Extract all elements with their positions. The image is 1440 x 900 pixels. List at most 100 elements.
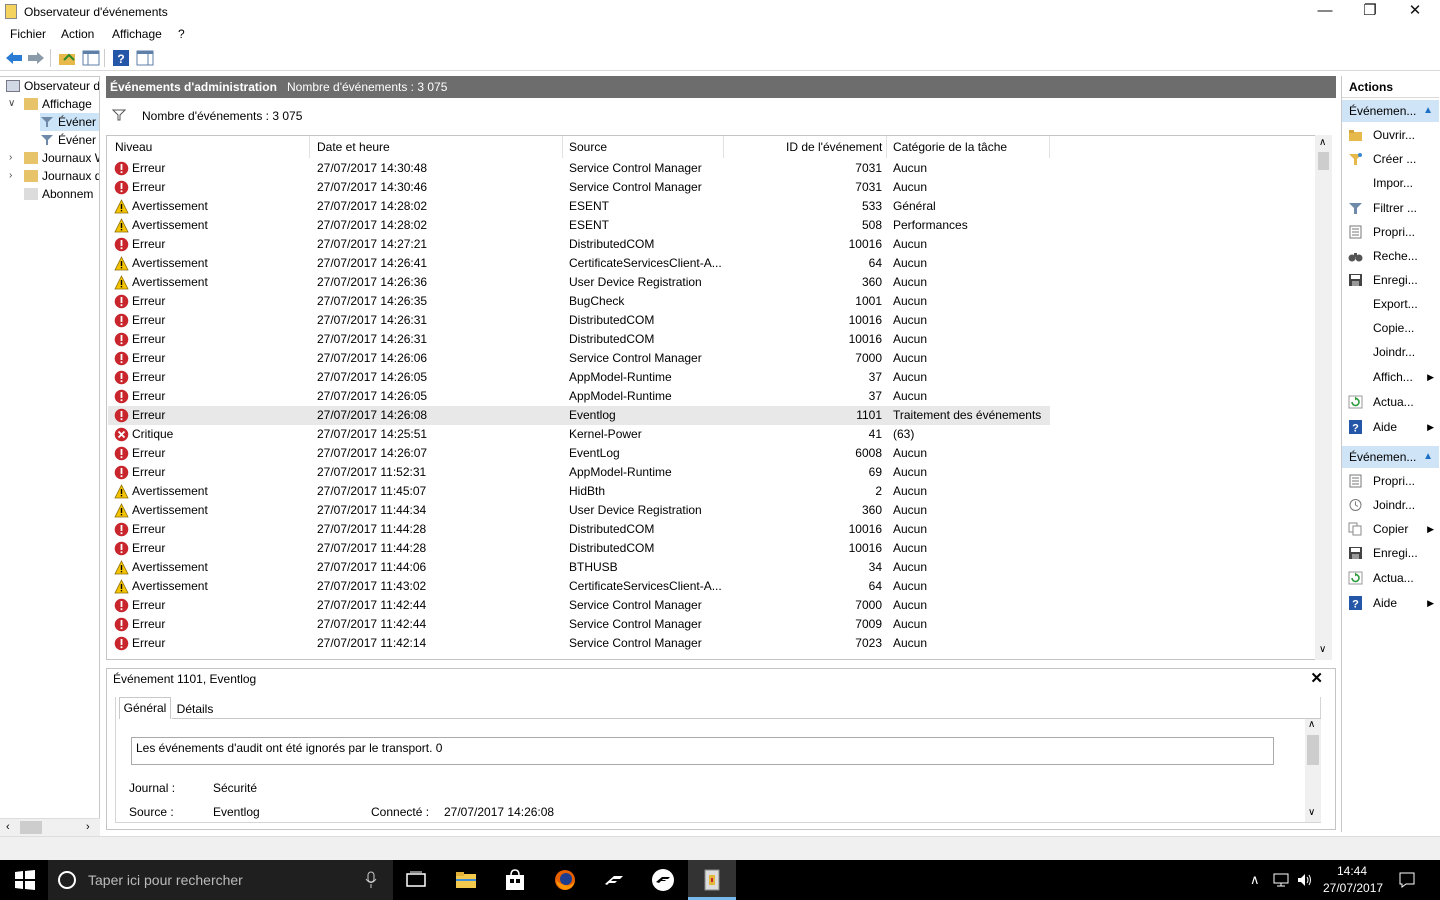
table-row[interactable]: Erreur 27/07/2017 14:26:07 EventLog Aucun 60… [108,444,1050,463]
table-row[interactable]: Erreur 27/07/2017 14:26:31 DistributedCOM A… [108,330,1050,349]
action-item[interactable]: Impor... [1342,173,1439,193]
action-item[interactable]: ? Aide ▶ [1342,417,1439,437]
tree-horizontal-scrollbar[interactable]: ‹ › [0,818,100,836]
action-item[interactable]: Filtrer ... [1342,198,1439,218]
table-row[interactable]: Erreur 27/07/2017 14:26:31 DistributedCOM A… [108,311,1050,330]
action-center-icon[interactable] [1398,871,1416,889]
action-item[interactable]: Actua... [1342,568,1439,588]
tree-item-summary-events[interactable]: Événer [40,131,96,149]
scroll-thumb[interactable] [1307,735,1319,765]
collapse-triangle-icon[interactable]: ▲ [1423,100,1433,122]
show-hidden-icons-chevron-icon[interactable]: ∧ [1250,872,1260,888]
network-icon[interactable] [1272,872,1290,888]
action-item[interactable]: Créer ... [1342,149,1439,169]
event-message-box[interactable]: Les événements d'audit ont été ignorés p… [131,737,1274,765]
action-item[interactable]: Export... [1342,294,1439,314]
show-hide-tree-icon[interactable] [82,50,100,66]
action-item[interactable]: Propri... [1342,222,1439,242]
microphone-icon[interactable] [365,871,377,889]
menu-fichier[interactable]: Fichier [10,27,46,41]
volume-icon[interactable] [1296,872,1314,888]
tree-item-custom-views[interactable]: Affichage [24,95,92,113]
close-button[interactable]: ✕ [1392,0,1438,24]
back-arrow-icon[interactable] [5,50,23,66]
action-item[interactable]: Affich... ▶ [1342,367,1439,387]
actions-section-event[interactable]: Événemen... ▲ [1342,446,1439,468]
forward-arrow-icon[interactable] [27,50,45,66]
table-row[interactable]: Erreur 27/07/2017 14:30:46 Service Control… [108,178,1050,197]
scroll-thumb[interactable] [20,821,42,834]
tree-item-windows-logs[interactable]: Journaux W [24,149,99,167]
chevron-down-icon[interactable]: ∨ [8,98,15,109]
table-row[interactable]: Erreur 27/07/2017 11:42:44 Service Control… [108,615,1050,634]
table-row[interactable]: Erreur 27/07/2017 14:30:48 Service Control… [108,159,1050,178]
menu-affichage[interactable]: Affichage [112,27,162,41]
actions-section-view[interactable]: Événemen... ▲ [1342,100,1439,122]
scroll-up-icon[interactable]: ∧ [1308,719,1315,730]
help-icon[interactable]: ? [112,50,130,66]
table-vertical-scrollbar[interactable]: ∧ ∨ [1315,135,1332,660]
action-item[interactable]: Enregi... [1342,270,1439,290]
table-row[interactable]: Erreur 27/07/2017 14:27:21 DistributedCOM A… [108,235,1050,254]
table-row[interactable]: Erreur 27/07/2017 14:26:08 Eventlog Traitem… [108,406,1050,425]
column-header-date[interactable]: Date et heure [317,140,390,154]
action-item[interactable]: Joindr... [1342,342,1439,362]
column-header-event-id[interactable]: ID de l'événement [786,140,882,154]
store-icon[interactable] [503,868,527,892]
table-row[interactable]: Erreur 27/07/2017 14:26:05 AppModel-Runtim… [108,387,1050,406]
table-row[interactable]: Avertissement 27/07/2017 11:43:02 Certific… [108,577,1050,596]
minimize-button[interactable]: — [1302,0,1348,24]
column-header-level[interactable]: Niveau [115,140,152,154]
scroll-down-icon[interactable]: ∨ [1308,807,1315,818]
tree-item-subscriptions[interactable]: Abonnem [24,185,93,203]
tree-item-root[interactable]: Observateur d [6,77,99,95]
table-row[interactable]: Erreur 27/07/2017 11:42:14 Service Control… [108,634,1050,653]
event-viewer-taskbar-icon[interactable] [700,868,724,892]
table-row[interactable]: Erreur 27/07/2017 14:26:06 Service Control… [108,349,1050,368]
firefox-icon[interactable] [553,868,577,892]
action-item[interactable]: Reche... [1342,246,1439,266]
action-item[interactable]: Ouvrir... [1342,125,1439,145]
column-header-source[interactable]: Source [569,140,607,154]
action-item[interactable]: ? Aide ▶ [1342,593,1439,613]
table-row[interactable]: Avertissement 27/07/2017 11:44:06 BTHUSB Au… [108,558,1050,577]
table-row[interactable]: Erreur 27/07/2017 11:44:28 DistributedCOM A… [108,539,1050,558]
file-explorer-icon[interactable] [454,868,478,892]
windows-start-icon[interactable] [13,868,37,892]
scroll-thumb[interactable] [1318,152,1329,170]
table-row[interactable]: Erreur 27/07/2017 14:26:05 AppModel-Runtim… [108,368,1050,387]
forza-circle-app-icon[interactable] [651,868,675,892]
action-item[interactable]: Copier ▶ [1342,519,1439,539]
chevron-right-icon[interactable]: › [9,152,12,163]
action-item[interactable]: Enregi... [1342,543,1439,563]
scroll-up-icon[interactable]: ∧ [1319,137,1326,148]
scroll-right-icon[interactable]: › [86,821,90,833]
collapse-triangle-icon[interactable]: ▲ [1423,446,1433,468]
table-row[interactable]: Erreur 27/07/2017 14:26:35 BugCheck Aucun 10… [108,292,1050,311]
table-row[interactable]: Avertissement 27/07/2017 11:45:07 HidBth Au… [108,482,1050,501]
taskbar-search-box[interactable]: Taper ici pour rechercher [48,860,393,900]
tab-details[interactable]: Détails [172,699,218,719]
close-icon[interactable]: ✕ [1310,669,1323,687]
show-action-pane-icon[interactable] [136,50,154,66]
forza-app-icon[interactable] [602,868,626,892]
task-view-icon[interactable] [404,868,428,892]
detail-scrollbar[interactable]: ∧ ∨ [1305,719,1321,822]
tree-item-app-logs[interactable]: Journaux d [24,167,99,185]
table-row[interactable]: Avertissement 27/07/2017 14:28:02 ESENT Per… [108,216,1050,235]
scroll-left-icon[interactable]: ‹ [6,821,10,833]
tab-general[interactable]: Général [119,697,171,719]
column-header-task-category[interactable]: Catégorie de la tâche [893,140,1007,154]
table-row[interactable]: Avertissement 27/07/2017 11:44:34 User Dev… [108,501,1050,520]
chevron-right-icon[interactable]: › [9,170,12,181]
menu-action[interactable]: Action [61,27,94,41]
restore-button[interactable]: ❐ [1347,0,1393,24]
action-item[interactable]: Actua... [1342,392,1439,412]
action-item[interactable]: Joindr... [1342,495,1439,515]
table-row[interactable]: Avertissement 27/07/2017 14:26:41 Certific… [108,254,1050,273]
folder-up-icon[interactable] [58,50,76,66]
menu-help[interactable]: ? [178,27,185,41]
scroll-down-icon[interactable]: ∨ [1319,644,1326,655]
table-row[interactable]: Erreur 27/07/2017 11:42:44 Service Control… [108,596,1050,615]
table-row[interactable]: Erreur 27/07/2017 11:44:28 DistributedCOM A… [108,520,1050,539]
